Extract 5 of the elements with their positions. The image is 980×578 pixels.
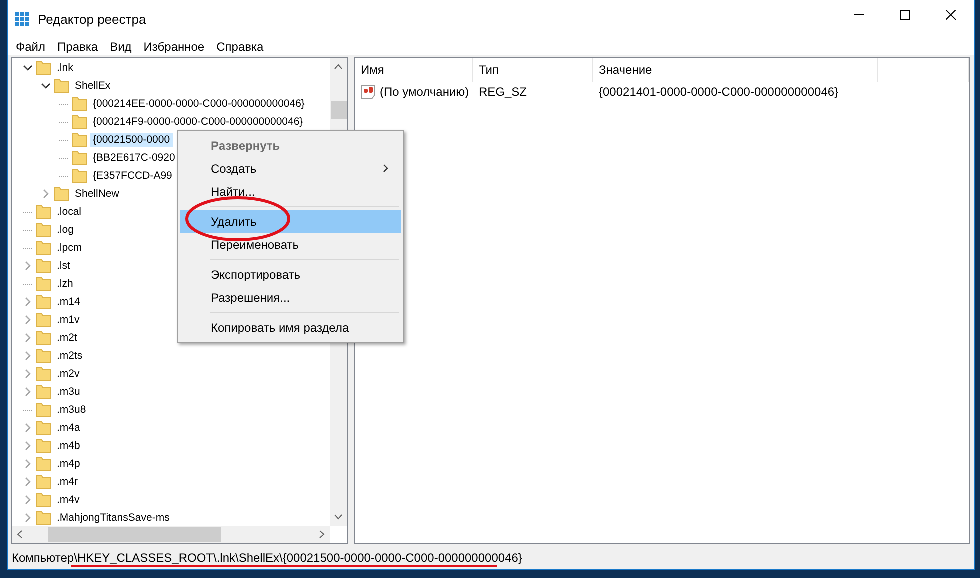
value-name: (По умолчанию) — [380, 85, 470, 99]
value-type: REG_SZ — [478, 84, 528, 101]
value-data: {00021401-0000-0000-C000-000000000046} — [598, 84, 840, 101]
window-title: Редактор реестра — [38, 12, 148, 26]
status-path: Компьютер\HKEY_CLASSES_ROOT\.lnk\ShellEx\{00021500-0000-0000-C000-000000000046} — [12, 551, 522, 565]
